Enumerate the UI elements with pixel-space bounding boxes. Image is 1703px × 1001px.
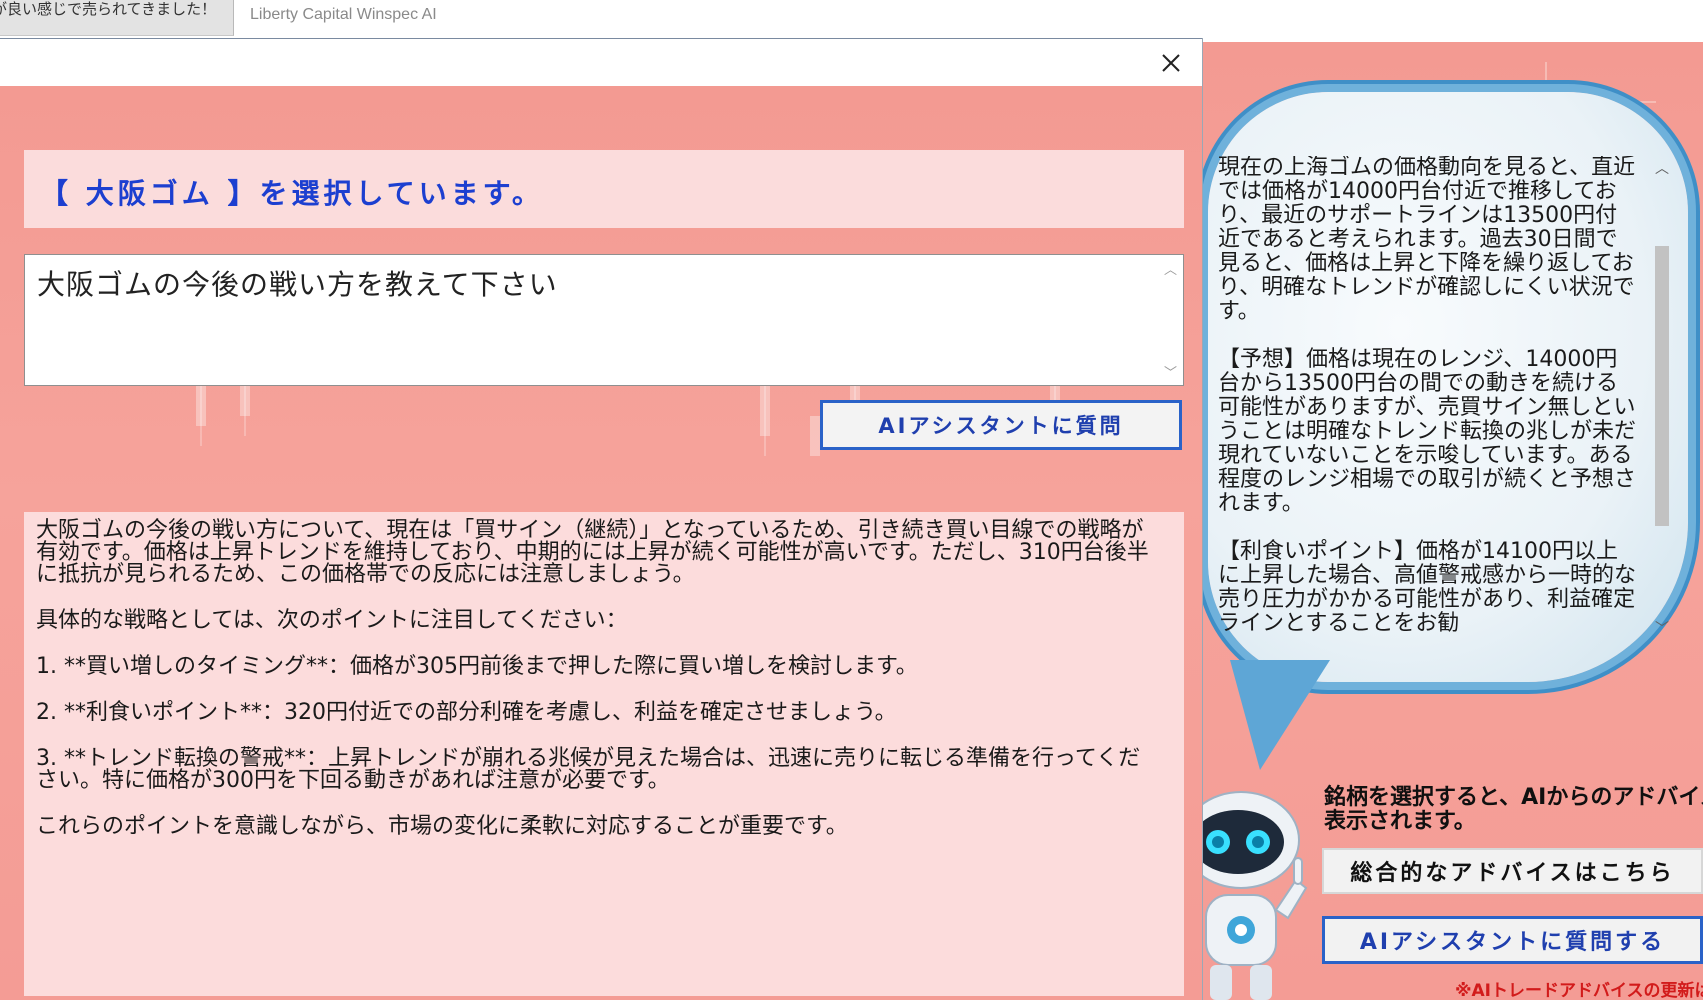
question-input[interactable]: 大阪ゴムの今後の戦い方を教えて下さい ︿ ﹀ — [24, 254, 1184, 386]
update-footnote: ※AIトレードアドバイスの更新は — [1455, 981, 1703, 1001]
advice-caption-line2: 表示されます。 — [1324, 809, 1476, 834]
answer-text: 大阪ゴムの今後の戦い方について、現在は「買サイン（継続）」となっているため、引き… — [36, 520, 1156, 862]
scroll-up-arrow-icon[interactable]: ︿ — [1655, 158, 1669, 178]
answer-paragraph: 大阪ゴムの今後の戦い方について、現在は「買サイン（継続）」となっているため、引き… — [36, 518, 1149, 587]
answer-output[interactable]: 大阪ゴムの今後の戦い方について、現在は「買サイン（継続）」となっているため、引き… — [24, 512, 1184, 996]
selected-stock-banner: 【 大阪ゴム 】を選択しています。 — [24, 150, 1184, 228]
advice-bubble-scrollbar[interactable]: ︿ ﹀ — [1652, 158, 1672, 638]
advice-caption: 銘柄を選択すると、AIからのアドバイス 表示されます。 — [1324, 786, 1703, 834]
advice-caption-line1: 銘柄を選択すると、AIからのアドバイス — [1324, 785, 1703, 810]
ask-ai-assistant-button[interactable]: AIアシスタントに質問する — [1322, 916, 1703, 964]
answer-paragraph: 2. **利食いポイント**：320円付近での部分利確を考慮し、利益を確定させま… — [36, 700, 897, 725]
ask-ai-button[interactable]: AIアシスタントに質問 — [820, 400, 1182, 450]
app-title: Liberty Capital Winspec AI — [250, 6, 437, 23]
tab-news-ticker-label: が良い感じで売られてきました！ — [0, 0, 217, 18]
scroll-down-arrow-icon[interactable]: ﹀ — [1655, 618, 1669, 638]
ai-question-dialog: 【 大阪ゴム 】を選択しています。 大阪ゴムの今後の戦い方を教えて下さい ︿ ﹀… — [0, 38, 1203, 1000]
tab-news-ticker[interactable]: が良い感じで売られてきました！ — [0, 0, 234, 36]
selected-stock-label: 【 大阪ゴム 】を選択しています。 — [40, 177, 544, 210]
answer-paragraph: これらのポイントを意識しながら、市場の変化に柔軟に対応することが重要です。 — [36, 814, 848, 839]
scrollbar-thumb[interactable] — [1655, 246, 1669, 526]
answer-paragraph: 3. **トレンド転換の警戒**：上昇トレンドが崩れる兆候が見えた場合は、迅速に… — [36, 746, 1141, 793]
robot-mascot-icon — [1196, 791, 1308, 1000]
scroll-down-arrow-icon[interactable]: ﹀ — [1164, 362, 1177, 381]
answer-paragraph: 1. **買い増しのタイミング**：価格が305円前後まで押した際に買い増しを検… — [36, 654, 918, 679]
overall-advice-button[interactable]: 総合的なアドバイスはこちら — [1322, 848, 1703, 894]
close-icon[interactable] — [1157, 49, 1185, 77]
scroll-up-arrow-icon[interactable]: ︿ — [1164, 259, 1177, 278]
dialog-content: 【 大阪ゴム 】を選択しています。 大阪ゴムの今後の戦い方を教えて下さい ︿ ﹀… — [0, 86, 1202, 1000]
speech-bubble-tail — [1230, 660, 1330, 770]
question-input-text[interactable]: 大阪ゴムの今後の戦い方を教えて下さい — [37, 263, 558, 303]
dialog-titlebar — [0, 38, 1202, 86]
answer-paragraph: 具体的な戦略としては、次のポイントに注目してください： — [36, 608, 628, 633]
advice-bubble-text[interactable]: 現在の上海ゴムの価格動向を見ると、直近では価格が14000円台付近で推移しており… — [1218, 156, 1638, 640]
top-tab-strip: が良い感じで売られてきました！ Liberty Capital Winspec … — [0, 0, 1703, 36]
